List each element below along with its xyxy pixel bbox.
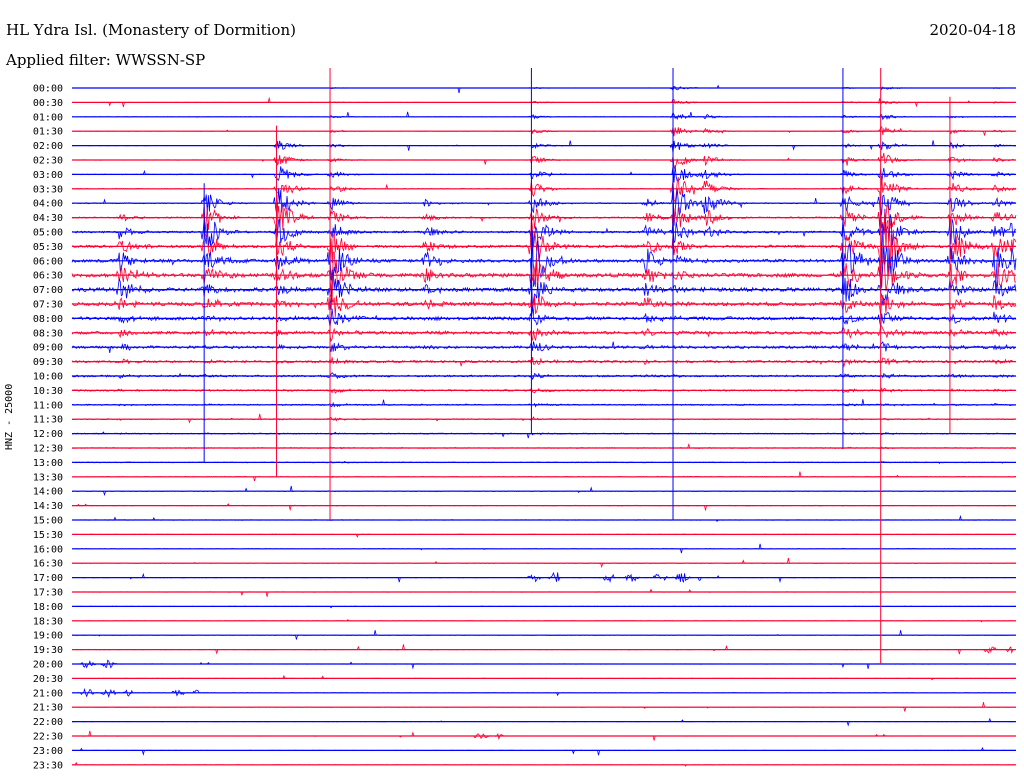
row-label: 20:00 — [33, 660, 63, 671]
trace-row — [71, 293, 1017, 318]
trace-row — [71, 176, 1017, 205]
trace-row — [71, 588, 1017, 597]
row-label: 13:30 — [33, 472, 63, 483]
traces — [71, 68, 1017, 767]
row-label: 19:00 — [33, 631, 63, 642]
row-label: 05:30 — [33, 242, 63, 253]
row-label: 01:30 — [33, 127, 63, 138]
row-label: 10:30 — [33, 386, 63, 397]
row-label: 22:30 — [33, 732, 63, 743]
trace-row — [71, 84, 1017, 94]
row-label: 00:00 — [33, 84, 63, 95]
row-label: 02:30 — [33, 156, 63, 167]
trace-row — [71, 111, 1017, 121]
row-label: 08:00 — [33, 314, 63, 325]
row-label: 11:00 — [33, 400, 63, 411]
row-label: 09:00 — [33, 343, 63, 354]
row-label: 06:00 — [33, 256, 63, 267]
trace-row — [71, 485, 1017, 497]
trace-row — [71, 251, 1017, 303]
row-label: 08:30 — [33, 328, 63, 339]
row-label: 23:30 — [33, 760, 63, 771]
row-label: 00:30 — [33, 98, 63, 109]
row-label: 15:00 — [33, 516, 63, 527]
row-label: 16:30 — [33, 559, 63, 570]
trace-row — [72, 399, 1017, 408]
row-label: 21:30 — [33, 703, 63, 714]
row-label: 10:00 — [33, 372, 63, 383]
row-label: 05:00 — [33, 228, 63, 239]
row-label: 22:00 — [33, 717, 63, 728]
row-label: 12:00 — [33, 429, 63, 440]
row-time-labels: 00:00 00:30 01:00 01:30 02:00 02:30 03:00 03:30… — [33, 84, 63, 772]
row-label: 06:30 — [33, 271, 63, 282]
row-label: 19:30 — [33, 645, 63, 656]
row-label: 04:30 — [33, 213, 63, 224]
row-label: 17:30 — [33, 588, 63, 599]
row-label: 02:00 — [33, 141, 63, 152]
row-label: 04:00 — [33, 199, 63, 210]
row-label: 14:00 — [33, 487, 63, 498]
row-label: 21:00 — [33, 688, 63, 699]
row-label: 18:30 — [33, 616, 63, 627]
trace-row — [71, 306, 1017, 328]
row-label: 11:30 — [33, 415, 63, 426]
row-label: 18:00 — [33, 602, 63, 613]
trace-row — [71, 514, 1017, 522]
row-label: 15:30 — [33, 530, 63, 541]
row-label: 23:00 — [33, 746, 63, 757]
row-label: 03:30 — [33, 184, 63, 195]
row-label: 01:00 — [33, 112, 63, 123]
row-label: 03:00 — [33, 170, 63, 181]
row-label: 20:30 — [33, 674, 63, 685]
helicorder-page: HL Ydra Isl. (Monastery of Dormition) Ap… — [0, 0, 1024, 780]
helicorder-plot: 00:00 00:30 01:00 01:30 02:00 02:30 03:00 03:30… — [33, 68, 1017, 772]
trace-row — [71, 140, 1017, 154]
trace-row — [71, 431, 1017, 439]
trace-row — [71, 557, 1017, 569]
row-label: 13:00 — [33, 458, 63, 469]
row-label: 09:30 — [33, 357, 63, 368]
trace-row — [71, 503, 1017, 512]
trace-row — [71, 413, 1017, 424]
row-label: 07:30 — [33, 300, 63, 311]
row-label: 14:30 — [33, 501, 63, 512]
row-label: 12:30 — [33, 444, 63, 455]
row-label: 17:00 — [33, 573, 63, 584]
row-label: 16:00 — [33, 544, 63, 555]
row-label: 07:00 — [33, 285, 63, 296]
trace-row — [71, 746, 1017, 756]
